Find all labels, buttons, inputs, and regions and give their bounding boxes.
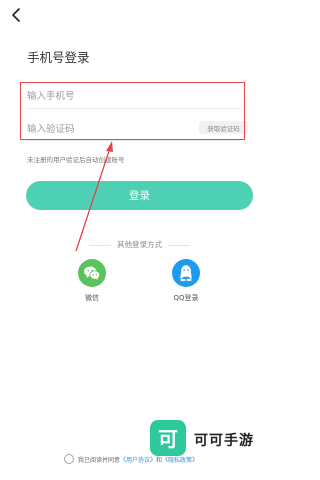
watermark-logo-icon: 可 [150,420,186,456]
wechat-label: 微信 [85,294,99,302]
user-agreement-link[interactable]: 《用户协议》 [120,457,156,464]
wechat-icon [84,266,101,280]
qq-login-button[interactable] [172,259,200,287]
back-button[interactable] [8,6,26,24]
qq-icon [180,265,192,282]
annotation-highlight-box [20,82,245,140]
agreement-text: 我已阅读并同意《用户协议》和《隐私政策》 [78,457,199,464]
auto-register-hint: 未注册的用户验证后自动创建账号 [27,156,125,164]
chevron-left-icon [12,8,20,22]
svg-text:可: 可 [158,427,178,451]
qq-label: QQ登录 [173,294,199,302]
divider [27,140,241,141]
agreement-checkbox[interactable] [64,454,74,464]
page-title: 手机号登录 [27,50,90,65]
wechat-login-button[interactable] [78,259,106,287]
privacy-policy-link[interactable]: 《隐私政策》 [162,457,198,464]
watermark-text: 可可手游 [194,433,254,449]
other-login-title: 其他登录方式 [0,239,279,250]
login-button[interactable]: 登录 [26,181,253,210]
